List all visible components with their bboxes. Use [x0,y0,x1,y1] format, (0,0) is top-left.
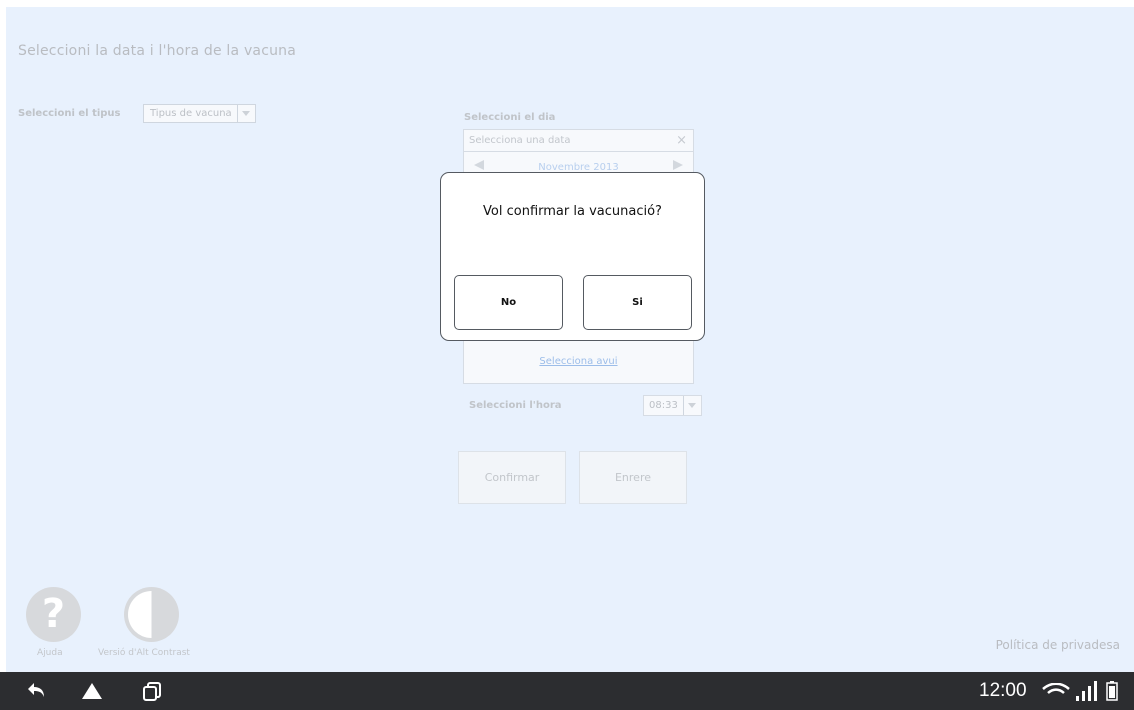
privacy-policy-link[interactable]: Política de privadesa [996,638,1120,652]
date-input[interactable]: Selecciona una data × [463,129,694,152]
contrast-icon[interactable] [124,587,179,642]
hour-label: Seleccioni l'hora [469,400,562,411]
yes-button[interactable]: Si [583,275,692,330]
vaccine-type-value: Tipus de vacuna [150,108,232,119]
clock: 12:00 [979,680,1027,701]
help-icon[interactable]: ? [26,587,81,642]
back-button[interactable]: Enrere [579,451,687,504]
wifi-icon [1042,683,1070,694]
chevron-down-icon [683,396,701,415]
close-icon[interactable]: × [676,133,687,148]
confirm-dialog: Vol confirmar la vacunació? No Si [440,172,705,341]
confirm-button[interactable]: Confirmar [458,451,566,504]
chevron-down-icon [237,105,255,122]
no-button[interactable]: No [454,275,563,330]
recent-apps-icon[interactable] [142,682,162,702]
signal-icon [1076,681,1097,701]
hour-value: 08:33 [649,400,678,411]
dialog-message: Vol confirmar la vacunació? [483,204,662,219]
system-nav-bar: 12:00 [0,672,1134,710]
hour-select[interactable]: 08:33 [643,395,702,416]
back-arrow-icon[interactable] [26,681,48,699]
battery-icon [1106,681,1118,701]
vaccine-type-label: Seleccioni el tipus [18,108,121,119]
high-contrast-label: Versió d'Alt Contrast [98,648,190,658]
vaccine-type-select[interactable]: Tipus de vacuna [143,104,256,123]
app-screen: Seleccioni la data i l'hora de la vacuna… [6,7,1134,672]
arrow-right-icon[interactable] [673,160,683,170]
home-icon[interactable] [82,683,102,699]
page-title: Seleccioni la data i l'hora de la vacuna [18,43,297,59]
day-label: Seleccioni el dia [464,112,556,123]
help-label: Ajuda [37,648,63,658]
contrast-half [128,591,175,638]
select-today-link[interactable]: Selecciona avui [464,356,693,367]
date-placeholder: Selecciona una data [469,135,571,146]
